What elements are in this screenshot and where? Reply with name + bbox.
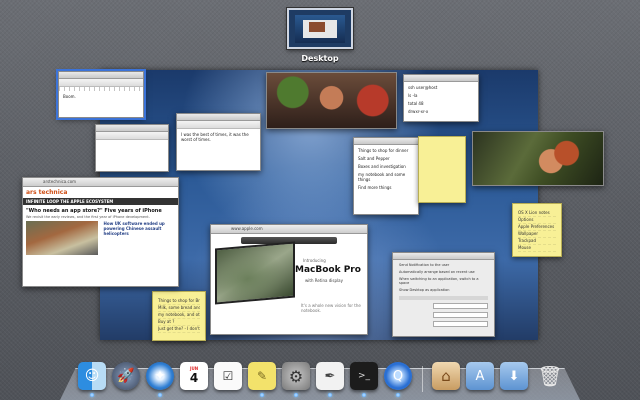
pref-divider (399, 296, 488, 300)
dock-divider (422, 366, 423, 392)
article-secondary-headline[interactable]: How UK software ended up powering Chines… (101, 219, 179, 257)
window-titlebar (59, 72, 143, 79)
notes-window-list[interactable]: Things to shop for dinner Salt and Peppe… (353, 137, 419, 215)
note-line: Just get the? - I don't know (158, 326, 200, 333)
section-bar: INFINITE LOOP THE APPLE ECOSYSTEM (23, 198, 178, 205)
hero-footer: It's a whole new vision for the notebook… (301, 303, 361, 313)
running-indicator (362, 393, 366, 397)
sticky-note-yellow-top[interactable] (418, 136, 466, 203)
note-line: Things to shop for dinner (358, 148, 409, 153)
notes-icon[interactable]: ✎ (248, 362, 276, 390)
calendar-day: 4 (189, 371, 199, 385)
note-line: Salt and Pepper (358, 156, 390, 161)
article-headline[interactable]: "Who needs an app store?" Five years of … (23, 205, 178, 215)
address-bar[interactable]: arstechnica.com (23, 178, 178, 187)
pref-field[interactable] (433, 312, 488, 318)
note-line: Boxes and investigation (358, 164, 406, 169)
browser-window-ars[interactable]: arstechnica.com ars technica INFINITE LO… (22, 177, 179, 287)
terminal-line: drwxr-xr-x (408, 109, 429, 114)
format-toolbar (96, 132, 168, 140)
running-indicator (294, 393, 298, 397)
site-logo: ars technica (23, 187, 178, 198)
note-line: Options (518, 217, 556, 224)
macbook-hero-image (215, 241, 295, 305)
reminders-icon[interactable]: ☑ (214, 362, 242, 390)
address-bar[interactable]: www.apple.com (211, 225, 367, 234)
browser-window-apple[interactable]: www.apple.com Introducing MacBook Pro wi… (210, 224, 368, 335)
pref-option[interactable]: Send Notification to the user (393, 260, 494, 267)
textedit-window-blank[interactable] (95, 124, 169, 172)
window-titlebar (96, 125, 168, 132)
pref-option[interactable]: When switching to an application, switch… (393, 274, 494, 285)
article-image (26, 221, 98, 255)
note-line: Wallpaper (518, 231, 556, 238)
textedit-icon[interactable]: ✒ (316, 362, 344, 390)
note-line: my notebook and some things (358, 172, 406, 182)
image-window-archer[interactable] (472, 131, 604, 186)
hero-title: MacBook Pro (295, 265, 361, 275)
trash-icon[interactable]: 🗑 (536, 362, 564, 390)
note-line: Trackpad (518, 238, 556, 245)
textedit-window-boom[interactable]: Boom. (58, 71, 144, 118)
pref-field[interactable] (433, 303, 488, 309)
note-line: Mouse (518, 245, 556, 252)
note-line: my notebook, and other stuff (158, 312, 200, 319)
hero-subtitle: with Retina display (305, 278, 343, 283)
sticky-note-options[interactable]: OS X Lion notes Options Apple Preference… (512, 203, 562, 257)
terminal-line: total 48 (408, 101, 424, 106)
system-preferences-icon[interactable]: ⚙ (282, 362, 310, 390)
running-indicator (396, 393, 400, 397)
terminal-window[interactable]: ssh user@host ls -la total 48 drwxr-xr-x (403, 74, 479, 122)
note-line: Find more things (358, 185, 392, 190)
running-indicator (328, 393, 332, 397)
note-line: Buy at ? (158, 319, 200, 326)
document-text: I was the best of times, it was the wors… (181, 132, 249, 142)
note-line: OS X Lion notes (518, 210, 556, 217)
terminal-line: ssh user@host (408, 85, 438, 90)
home-folder-icon[interactable]: ⌂ (432, 362, 460, 390)
terminal-icon[interactable]: >_ (350, 362, 378, 390)
ruler (59, 87, 143, 91)
applications-folder-icon[interactable]: A (466, 362, 494, 390)
document-text: Boom. (63, 94, 76, 99)
safari-icon[interactable]: ✦ (146, 362, 174, 390)
note-line: Apple Preferences (518, 224, 556, 231)
sticky-note-shopping[interactable]: Things to shop for Bruce Milk, some brea… (152, 291, 206, 341)
downloads-folder-icon[interactable]: ⬇ (500, 362, 528, 390)
space-label: Desktop (301, 54, 339, 63)
note-line: Things to shop for Bruce (158, 298, 200, 305)
quicktime-icon[interactable]: Q (384, 362, 412, 390)
note-line: Milk, some bread and butter (158, 305, 200, 312)
format-toolbar (59, 79, 143, 87)
running-indicator (260, 393, 264, 397)
window-titlebar (393, 253, 494, 260)
space-thumb-picture (309, 22, 325, 32)
window-titlebar (404, 75, 478, 82)
document-text (96, 140, 168, 146)
pref-field[interactable] (433, 321, 488, 327)
format-toolbar (177, 121, 260, 129)
launchpad-icon[interactable]: 🚀 (112, 362, 140, 390)
hero-intro: Introducing (303, 258, 326, 263)
window-titlebar (177, 114, 260, 121)
desktop-space-thumbnail[interactable] (287, 8, 353, 49)
pref-option[interactable]: Show Desktop as application (393, 285, 494, 292)
window-titlebar (354, 138, 418, 145)
textedit-window-story[interactable]: I was the best of times, it was the wors… (176, 113, 261, 171)
ical-icon[interactable]: JUN 4 (180, 362, 208, 390)
pref-option[interactable]: Automatically arrange based on recent us… (393, 267, 494, 274)
running-indicator (158, 393, 162, 397)
terminal-line: ls -la (408, 93, 418, 98)
preferences-window[interactable]: Send Notification to the user Automatica… (392, 252, 495, 337)
finder-icon[interactable]: ☺ (78, 362, 106, 390)
running-indicator (90, 393, 94, 397)
image-window-cartoon[interactable] (266, 72, 397, 129)
